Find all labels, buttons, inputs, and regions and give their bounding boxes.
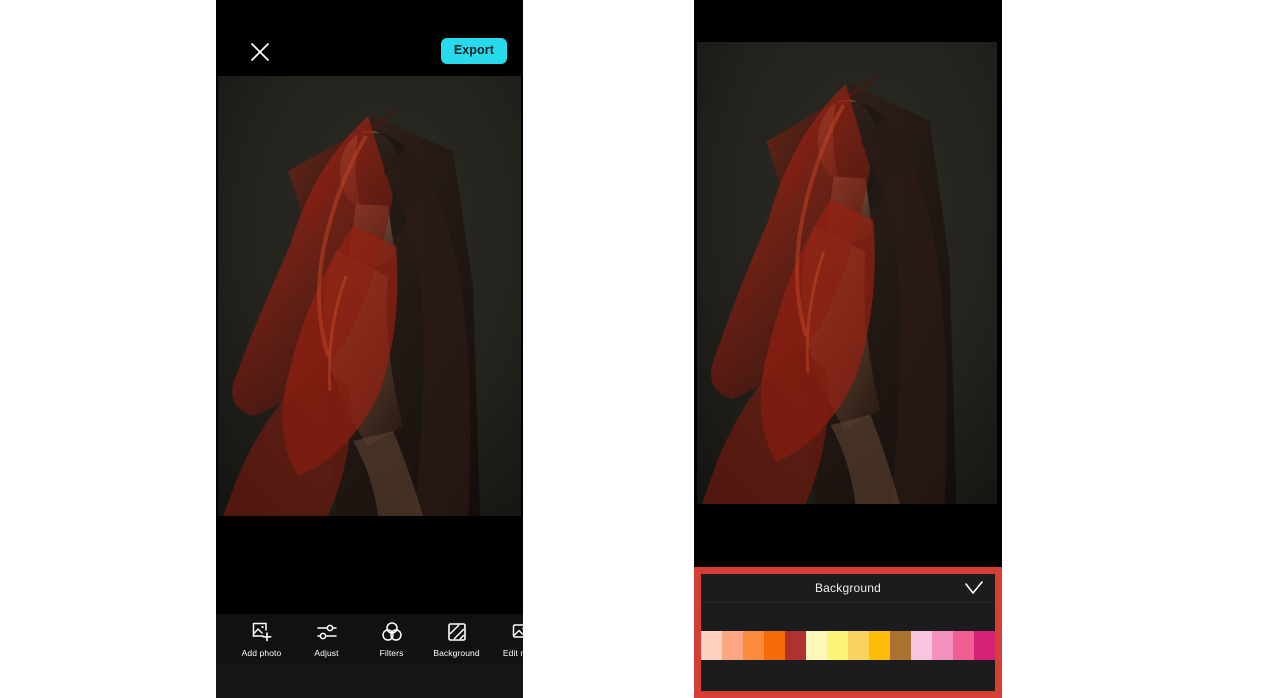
- tool-item-adjust[interactable]: Adjust: [294, 621, 359, 658]
- background-swatch[interactable]: [827, 631, 848, 660]
- left-top-bar: Export: [216, 0, 523, 76]
- tool-item-edit-more[interactable]: Edit more: [489, 621, 523, 658]
- edit-image-icon: [511, 621, 523, 643]
- left-phone-screen: Export Add photo Adjust Filters Backgrou…: [216, 0, 523, 698]
- right-top-black-area: [694, 0, 1002, 42]
- background-swatch[interactable]: [743, 631, 764, 660]
- tool-item-stickers[interactable]: ers: [216, 621, 229, 658]
- background-swatch[interactable]: [974, 631, 995, 660]
- tool-item-filters[interactable]: Filters: [359, 621, 424, 658]
- left-footer-area: [216, 664, 523, 698]
- tool-item-add-photo[interactable]: Add photo: [229, 621, 294, 658]
- background-swatch[interactable]: [890, 631, 911, 660]
- three-circles-icon: [381, 621, 403, 643]
- right-middle-black-area: [694, 504, 1002, 568]
- background-swatch[interactable]: [806, 631, 827, 660]
- background-swatch[interactable]: [848, 631, 869, 660]
- editor-toolbar: ers Add photo: [216, 614, 523, 664]
- portrait-photo-right: [697, 42, 997, 504]
- background-color-swatch-row[interactable]: [701, 631, 995, 660]
- export-button[interactable]: Export: [440, 38, 507, 64]
- background-sheet-title: Background: [814, 581, 882, 595]
- editor-toolbar-strip: ers Add photo: [216, 614, 523, 664]
- background-sheet-lower-spacer: [701, 660, 995, 691]
- background-swatch[interactable]: [869, 631, 890, 660]
- background-sheet: Background: [701, 574, 995, 691]
- tool-label: Background: [433, 647, 480, 658]
- background-panel-highlight: Background: [694, 567, 1002, 698]
- tool-label: Filters: [379, 647, 404, 658]
- tool-label: Add photo: [241, 647, 282, 658]
- background-swatch[interactable]: [932, 631, 953, 660]
- portrait-photo: [218, 76, 521, 516]
- photo-canvas-right[interactable]: [697, 42, 997, 504]
- background-sheet-upper-spacer: [701, 603, 995, 631]
- background-swatch[interactable]: [785, 631, 806, 660]
- left-lower-black-area: [216, 516, 523, 614]
- background-swatch[interactable]: [722, 631, 743, 660]
- tool-label: Edit more: [502, 647, 523, 658]
- photo-canvas[interactable]: [218, 76, 521, 516]
- sliders-icon: [316, 621, 338, 643]
- tool-label: Adjust: [314, 647, 339, 658]
- right-phone-screen: Background: [694, 0, 1002, 698]
- background-sheet-header: Background: [701, 574, 995, 603]
- close-icon[interactable]: [244, 36, 276, 68]
- hatched-square-icon: [446, 621, 468, 643]
- tool-item-background[interactable]: Background: [424, 621, 489, 658]
- add-photo-icon: [251, 621, 273, 643]
- background-swatch[interactable]: [764, 631, 785, 660]
- checkmark-icon[interactable]: [965, 581, 983, 595]
- background-swatch[interactable]: [953, 631, 974, 660]
- background-swatch[interactable]: [911, 631, 932, 660]
- background-swatch[interactable]: [701, 631, 722, 660]
